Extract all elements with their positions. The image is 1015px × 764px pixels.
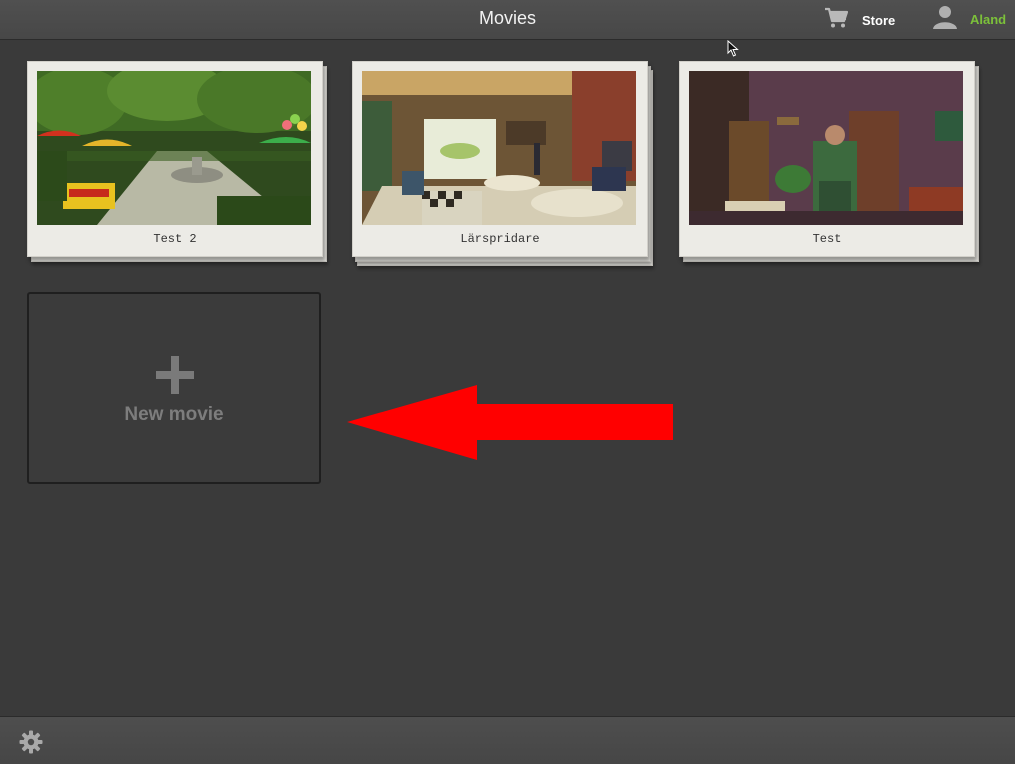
store-label: Store: [862, 12, 896, 28]
movie-card-test[interactable]: Test: [679, 61, 975, 257]
bottom-bar: [0, 716, 1015, 764]
top-bar: Movies Store Aland: [0, 0, 1015, 40]
cart-icon: [824, 7, 849, 34]
movie-thumbnail-living-room: [689, 71, 963, 225]
user-account-button[interactable]: Aland: [932, 5, 1007, 34]
store-button[interactable]: Store: [824, 7, 896, 34]
movie-title: Lärspridare: [460, 232, 540, 246]
movie-thumbnail-park: [37, 71, 311, 225]
movie-card-larspridare[interactable]: Lärspridare: [352, 61, 648, 257]
user-name: Aland: [970, 11, 1007, 27]
movie-title: Test 2: [153, 232, 197, 246]
new-movie-tile[interactable]: New movie: [27, 292, 321, 484]
movie-card-test-2[interactable]: Test 2: [27, 61, 323, 257]
plus-icon: [156, 356, 194, 399]
new-movie-label: New movie: [124, 404, 224, 425]
movie-thumbnail-cafe: [362, 71, 636, 225]
gear-icon[interactable]: [19, 730, 43, 759]
mouse-cursor-icon: [727, 39, 739, 62]
movie-title: Test: [812, 232, 842, 246]
red-arrow-annotation-icon: [345, 382, 675, 467]
user-icon: [932, 5, 958, 34]
